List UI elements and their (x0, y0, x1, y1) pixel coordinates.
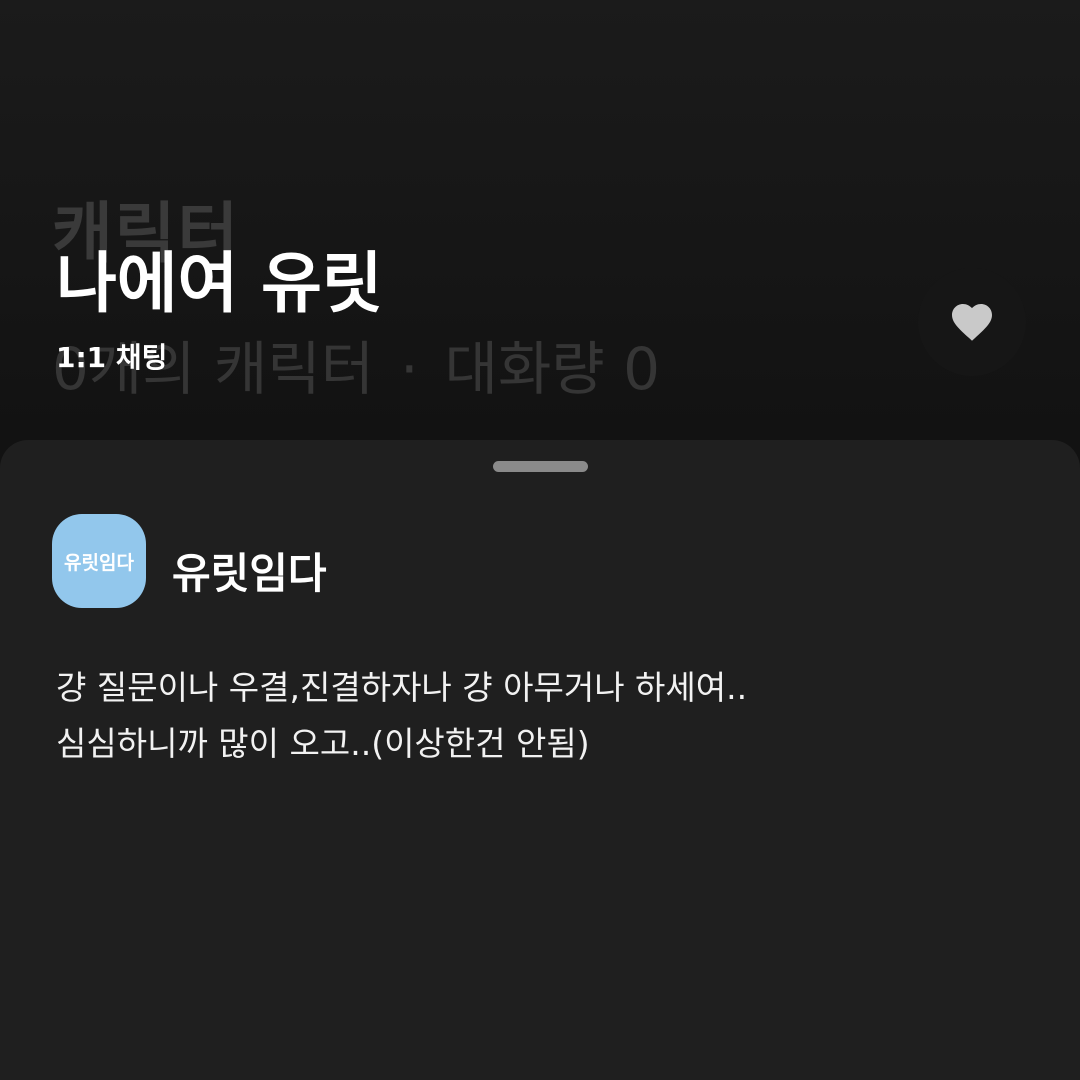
chat-type-label: 1:1 채팅 (56, 341, 168, 374)
chat-volume: 대화량 0 (444, 335, 660, 403)
sheet-drag-handle[interactable] (493, 461, 588, 472)
heart-icon (952, 304, 992, 341)
bottom-sheet: 유릿임다 유릿임다 걍 질문이나 우결,진결하자나 걍 아무거나 하세여.. 심… (0, 440, 1080, 1080)
creator-name[interactable]: 유릿임다 (172, 540, 327, 601)
room-title: 나에여 유릿 (56, 245, 383, 322)
description-line: 심심하니까 많이 오고..(이상한건 안됨) (56, 724, 590, 763)
stats-separator: · (400, 335, 419, 403)
like-button[interactable] (918, 268, 1026, 376)
creator-avatar[interactable]: 유릿임다 (52, 514, 146, 608)
screen: 캐릭터 0개의 캐릭터 · 대화량 0 나에여 유릿 1:1 채팅 유릿임다 유릿임… (0, 0, 1080, 1080)
description-line: 걍 질문이나 우결,진결하자나 걍 아무거나 하세여.. (56, 668, 748, 707)
room-description: 걍 질문이나 우결,진결하자나 걍 아무거나 하세여.. 심심하니까 많이 오고… (56, 660, 1036, 772)
